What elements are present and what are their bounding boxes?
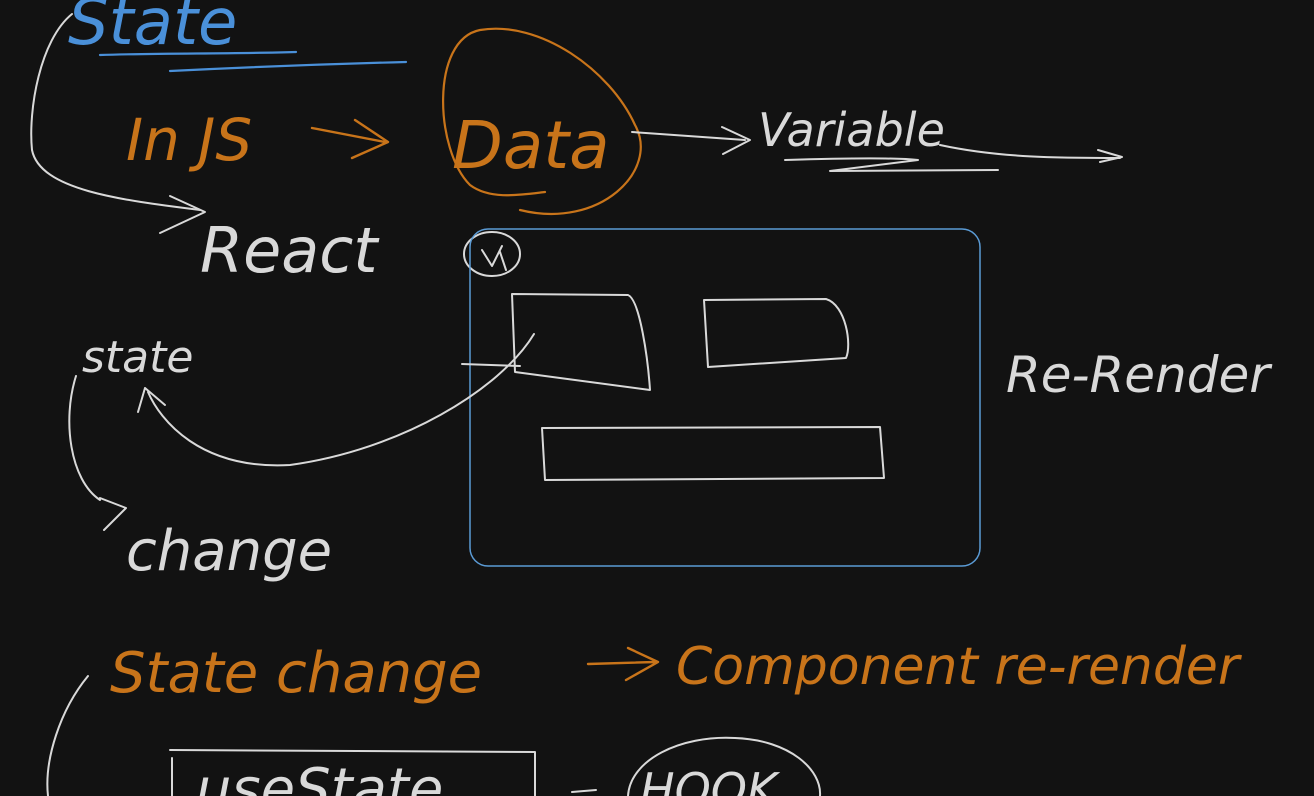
usestate-to-hook-arrow — [571, 789, 597, 793]
summary-left-text: State change — [110, 641, 482, 706]
wireframe-box-right — [703, 298, 850, 368]
react-text: React — [200, 214, 380, 287]
heading-underline-2 — [168, 60, 408, 73]
wireframe-box-left — [511, 293, 651, 391]
variable-tail-arrow — [939, 144, 1123, 163]
in-js-arrow — [310, 118, 390, 160]
heading-state-text: State — [68, 0, 237, 60]
bottom-bracket — [46, 675, 89, 796]
whiteboard-canvas[interactable]: State In JS Data Variable React state ch… — [0, 0, 1314, 796]
state-text: state — [82, 332, 193, 383]
variable-text: Variable — [758, 103, 945, 157]
bracket-arrowhead — [159, 195, 206, 234]
data-to-variable-arrow — [631, 126, 751, 155]
change-text: change — [126, 519, 332, 584]
state-change-curve — [147, 333, 535, 467]
in-js-text: In JS — [126, 106, 252, 174]
usestate-text: useState — [196, 757, 443, 796]
variable-underline — [784, 157, 999, 172]
wireframe-bar — [541, 426, 885, 481]
summary-right-text: Component re-render — [676, 637, 1243, 697]
re-render-text: Re-Render — [1006, 346, 1273, 404]
data-text: Data — [452, 107, 610, 184]
hook-text: HOOK — [640, 763, 781, 796]
react-atom-inner — [481, 245, 507, 271]
component-frame — [469, 228, 981, 567]
whiteboard-drawing: State In JS Data Variable React state ch… — [30, 0, 1273, 796]
state-to-change-bracket — [68, 375, 127, 531]
summary-arrow — [586, 646, 660, 682]
